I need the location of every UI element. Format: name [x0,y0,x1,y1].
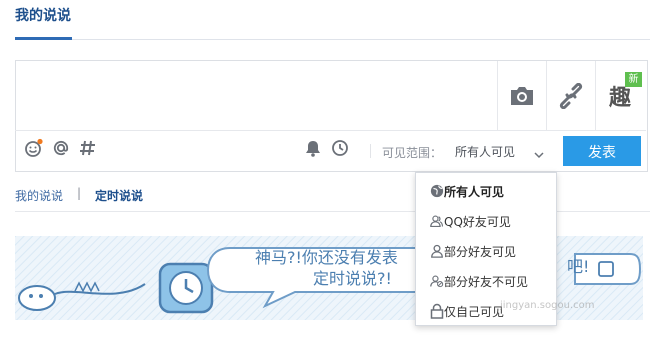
globe-icon [416,183,444,199]
alarm-clock-icon [158,262,214,314]
bell-icon [304,139,322,161]
range-separator [370,144,371,158]
visibility-label: 可见范围： [382,146,443,160]
toolbar-divider [15,130,646,131]
post-text-area[interactable] [16,61,496,129]
title-active-underline [15,37,72,40]
visibility-option-label: QQ好友可见 [444,214,511,229]
chevron-down-icon[interactable] [533,145,545,164]
new-badge: 新 [625,72,642,87]
mention-button[interactable] [51,140,71,160]
banner-text-line2: 定时说说?! [313,269,392,288]
at-icon [51,138,71,162]
camera-icon [509,85,535,107]
watermark: jingyan.sogou.com [500,300,595,311]
hashtag-icon [79,139,97,161]
schedule-button[interactable] [330,140,350,160]
post-button[interactable]: 发表 [563,136,641,166]
person-icon [416,243,444,259]
visibility-option-all[interactable]: 所有人可见 [416,176,556,206]
tab-scheduled-posts[interactable]: 定时说说 [95,187,143,204]
visibility-option-some-friends-hidden[interactable]: 部分好友不可见 [416,266,556,296]
clock-icon [331,139,349,161]
page-title: 我的说说 [15,8,71,24]
visibility-select[interactable]: 所有人可见 [455,143,515,160]
smiley-icon [24,138,44,162]
notify-button[interactable] [303,140,323,160]
topic-button[interactable] [78,140,98,160]
person-block-icon [416,273,444,289]
visibility-option-label: 部分好友可见 [444,244,517,259]
visibility-option-label: 所有人可见 [444,184,505,199]
banner-text-right: 吧! [567,257,589,276]
tab-my-posts[interactable]: 我的说说 [15,187,63,204]
visibility-option-label: 仅自己可见 [444,304,505,319]
lock-icon [416,303,444,319]
link-icon [558,82,584,109]
visibility-option-label: 部分好友不可见 [444,274,529,289]
friends-icon [416,213,444,229]
title-divider [15,39,650,40]
banner-text-line1: 神马?!你还没有发表 [255,248,398,267]
visibility-option-some-friends[interactable]: 部分好友可见 [416,236,556,266]
link-button[interactable] [546,61,595,130]
visibility-option-qq-friends[interactable]: QQ好友可见 [416,206,556,236]
tab-separator: | [77,186,82,200]
emoji-button[interactable] [24,138,44,162]
photo-button[interactable] [497,61,546,130]
